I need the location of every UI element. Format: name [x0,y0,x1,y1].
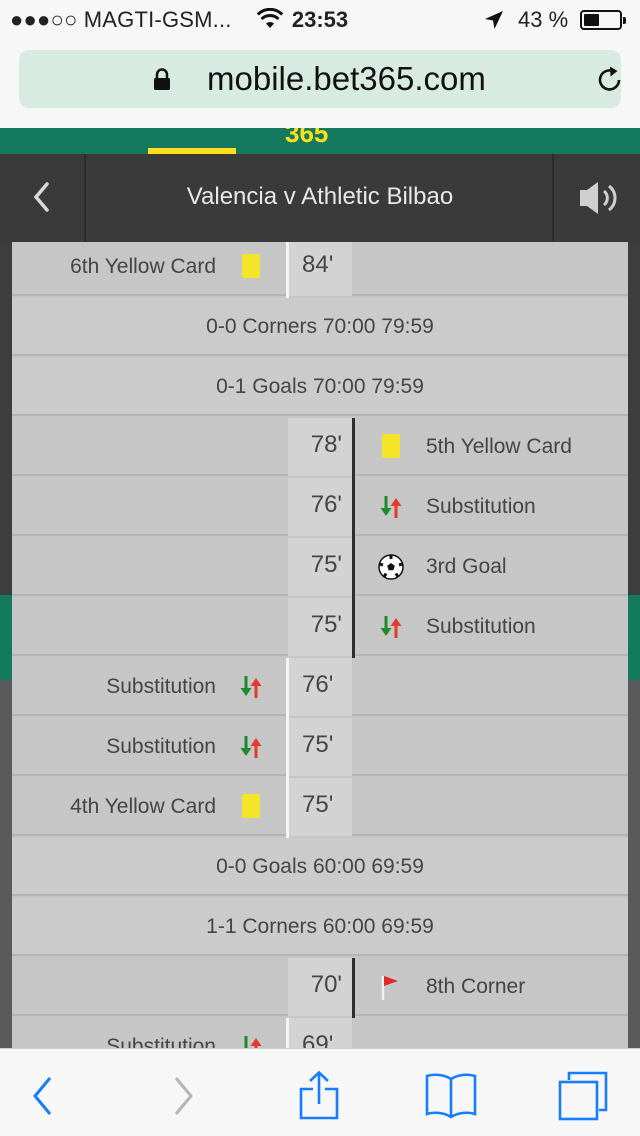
lock-icon [154,68,170,90]
match-events-panel[interactable]: 84' 6th Yellow Card 0-0 Corners 70:00 79:5… [12,242,628,1048]
url-text: mobile.bet365.com [207,60,486,97]
event-label: 4th Yellow Card [70,795,216,818]
battery-icon [580,10,626,30]
minute-text: 75' [310,611,342,638]
yellow-card-icon [238,254,264,280]
back-button[interactable] [0,154,86,242]
browser-toolbar [0,1048,640,1136]
bookmarks-button[interactable] [424,1071,477,1121]
reload-icon[interactable] [595,65,625,95]
event-row: 75' Substitution [12,598,628,658]
substitution-icon [238,674,264,700]
event-minute: 75' [288,718,352,776]
event-label: 8th Corner [426,975,526,998]
event-label: Substitution [106,735,216,758]
team-divider [352,598,355,658]
event-minute: 75' [288,538,352,596]
event-row: 75' Substitution [12,718,628,778]
event-row: 76' Substitution [12,478,628,538]
event-row: 75' 3rd Goal [12,538,628,598]
football-icon [378,554,404,580]
chevron-left-icon [33,182,49,212]
event-minute: 84' [288,242,352,296]
address-bar[interactable]: mobile.bet365.com [19,50,621,108]
event-minute: 76' [288,658,352,716]
event-row: 70' 8th Corner [12,958,628,1018]
site-header: 365 [0,128,640,154]
tabs-icon [558,1071,608,1121]
event-minute: 75' [288,778,352,836]
substitution-icon [238,1034,264,1048]
minute-text: 76' [310,491,342,518]
event-label: Substitution [426,615,536,638]
match-header: Valencia v Athletic Bilbao [0,154,640,242]
event-row: 84' 6th Yellow Card [12,242,628,298]
sound-button[interactable] [552,154,640,242]
minute-text: 70' [310,971,342,998]
battery-percent: 43 % [518,7,569,32]
minute-text: 69' [302,1031,334,1048]
event-minute: 70' [288,958,352,1016]
team-divider [286,1018,289,1048]
browser-back-button[interactable] [18,1071,68,1121]
yellow-card-icon [378,434,404,460]
team-divider [352,478,355,538]
summary-text: 0-1 Goals 70:00 79:59 [216,375,424,398]
summary-text: 0-0 Corners 70:00 79:59 [206,315,434,338]
minute-text: 75' [310,551,342,578]
event-minute: 78' [288,418,352,476]
location-arrow-icon [485,11,503,29]
summary-text: 0-0 Goals 60:00 69:59 [216,855,424,878]
share-icon [299,1070,339,1120]
chevron-right-icon [174,1077,193,1115]
event-row: 75' 4th Yellow Card [12,778,628,838]
team-divider [352,418,355,478]
event-label: Substitution [106,1035,216,1048]
substitution-icon [238,734,264,760]
event-label: 3rd Goal [426,555,507,578]
event-label: Substitution [106,675,216,698]
summary-band: 0-0 Corners 70:00 79:59 [12,298,628,356]
summary-band: 0-0 Goals 60:00 69:59 [12,838,628,896]
substitution-icon [378,494,404,520]
substitution-icon [378,614,404,640]
event-label: Substitution [426,495,536,518]
event-minute: 69' [288,1018,352,1048]
minute-text: 75' [302,791,334,818]
summary-band: 0-1 Goals 70:00 79:59 [12,358,628,416]
event-minute: 75' [288,598,352,656]
yellow-card-icon [238,794,264,820]
event-label: 5th Yellow Card [426,435,572,458]
minute-text: 78' [310,431,342,458]
speaker-icon [580,182,617,214]
corner-flag-icon [378,974,404,1000]
status-bar: ●●●○○ MAGTI-GSM... 23:53 43 % [0,0,640,40]
event-minute: 76' [288,478,352,536]
summary-text: 1-1 Corners 60:00 69:59 [206,915,434,938]
chevron-left-icon [33,1077,52,1115]
team-divider [286,242,289,298]
team-divider [352,538,355,598]
browser-forward-button[interactable] [158,1071,208,1121]
share-button[interactable] [294,1070,344,1121]
site-logo: 365 [285,128,329,148]
team-divider [286,718,289,778]
summary-band: 1-1 Corners 60:00 69:59 [12,898,628,956]
event-row: 76' Substitution [12,658,628,718]
minute-text: 76' [302,671,334,698]
team-divider [352,958,355,1018]
tabs-button[interactable] [558,1071,608,1121]
team-divider [286,778,289,838]
event-label: 6th Yellow Card [70,255,216,278]
bookmarks-icon [425,1073,477,1119]
minute-text: 84' [302,251,334,278]
team-divider [286,658,289,718]
event-row: 69' Substitution [12,1018,628,1048]
match-title: Valencia v Athletic Bilbao [186,183,454,210]
event-row: 78' 5th Yellow Card [12,418,628,478]
minute-text: 75' [302,731,334,758]
